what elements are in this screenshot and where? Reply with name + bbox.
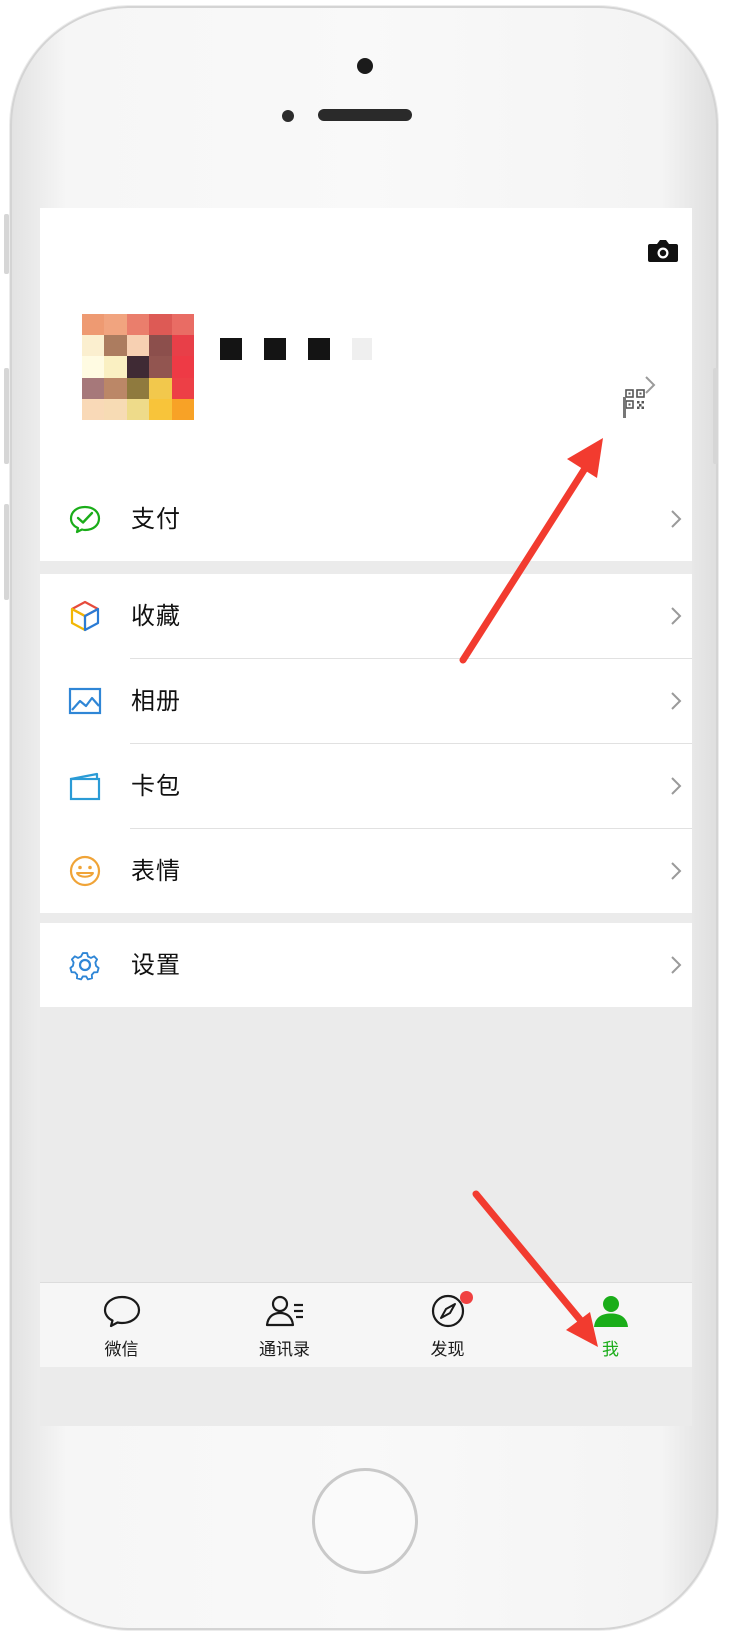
album-icon bbox=[68, 687, 102, 715]
menu-item-payment[interactable]: 支付 bbox=[40, 477, 692, 561]
menu-item-label: 相册 bbox=[131, 687, 181, 715]
tab-label: 通讯录 bbox=[259, 1340, 310, 1360]
tab-discover[interactable]: 发现 bbox=[366, 1283, 529, 1367]
menu-item-favorites[interactable]: 收藏 bbox=[40, 574, 692, 658]
person-icon bbox=[593, 1296, 628, 1327]
bottom-tab-bar: 微信 通讯录 发现 我 bbox=[40, 1282, 692, 1367]
tab-contacts[interactable]: 通讯录 bbox=[203, 1283, 366, 1367]
qr-code-icon[interactable] bbox=[622, 388, 646, 418]
menu-item-card-wallet[interactable]: 卡包 bbox=[40, 744, 692, 828]
chevron-right-icon bbox=[671, 777, 682, 795]
card-wallet-icon bbox=[69, 772, 101, 801]
menu-group-payment: 支付 bbox=[40, 477, 692, 561]
volume-up-button bbox=[4, 368, 9, 464]
menu-item-album[interactable]: 相册 bbox=[40, 659, 692, 743]
profile-card[interactable]: ■■■ bbox=[40, 208, 692, 482]
power-button bbox=[713, 368, 718, 464]
tab-label: 我 bbox=[602, 1340, 619, 1360]
volume-down-button bbox=[4, 504, 9, 600]
home-button[interactable] bbox=[312, 1468, 418, 1574]
tab-label: 发现 bbox=[430, 1340, 465, 1360]
camera-icon[interactable] bbox=[647, 238, 679, 264]
notification-badge bbox=[459, 1291, 473, 1304]
sticker-icon bbox=[69, 855, 101, 887]
app-screen: ■■■ 支付 bbox=[40, 208, 692, 1426]
tab-me[interactable]: 我 bbox=[529, 1283, 692, 1367]
chevron-right-icon bbox=[671, 510, 682, 528]
chevron-right-icon bbox=[671, 956, 682, 974]
proximity-sensor bbox=[282, 110, 294, 122]
menu-group-settings: 设置 bbox=[40, 923, 692, 1007]
contacts-icon bbox=[265, 1295, 303, 1327]
menu-item-label: 卡包 bbox=[131, 772, 181, 800]
menu-item-label: 支付 bbox=[131, 505, 181, 533]
menu-item-label: 表情 bbox=[131, 857, 181, 885]
payment-icon bbox=[69, 505, 101, 534]
earpiece-speaker bbox=[318, 109, 412, 121]
chat-bubble-icon bbox=[103, 1295, 140, 1328]
nickname-redacted bbox=[220, 338, 372, 360]
menu-item-sticker[interactable]: 表情 bbox=[40, 829, 692, 913]
mute-switch bbox=[4, 214, 9, 274]
nickname: ■■■ bbox=[220, 378, 223, 379]
gear-icon bbox=[69, 952, 100, 981]
avatar[interactable] bbox=[82, 314, 194, 420]
chevron-right-icon bbox=[671, 692, 682, 710]
menu-item-label: 收藏 bbox=[131, 602, 181, 630]
menu-item-label: 设置 bbox=[131, 951, 181, 979]
tab-label: 微信 bbox=[104, 1340, 139, 1360]
menu-item-settings[interactable]: 设置 bbox=[40, 923, 692, 1007]
chevron-right-icon bbox=[671, 607, 682, 625]
favorites-icon bbox=[70, 600, 100, 632]
front-camera bbox=[357, 58, 373, 74]
chevron-right-icon bbox=[671, 862, 682, 880]
tab-chats[interactable]: 微信 bbox=[40, 1283, 203, 1367]
menu-group-content: 收藏 相册 卡包 表情 bbox=[40, 574, 692, 913]
chevron-right-icon bbox=[645, 376, 656, 394]
